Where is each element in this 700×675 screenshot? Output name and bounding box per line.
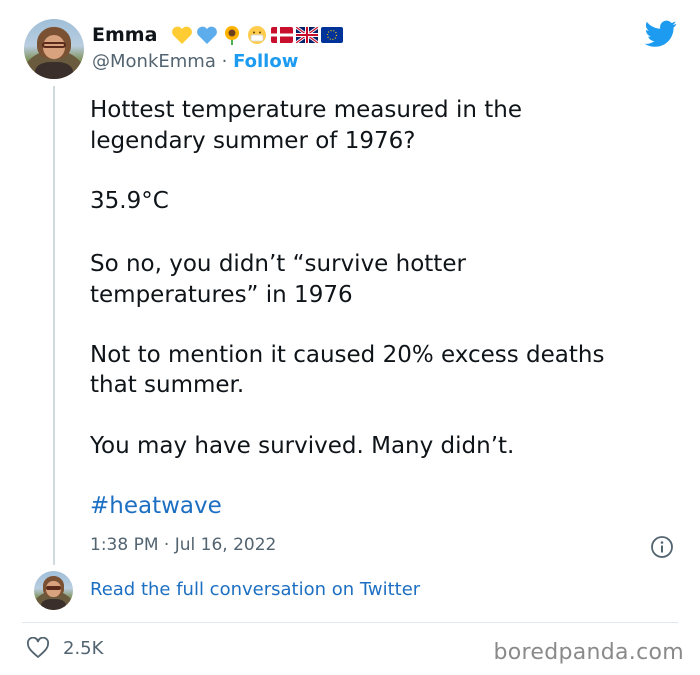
author-name[interactable]: Emma [92,24,157,46]
tweet-line-1: Hottest temperature measured in the [90,97,522,123]
footer-divider [22,622,678,623]
eu-flag-icon [321,27,344,43]
denmark-flag-icon [271,27,294,43]
tweet-line-7: that summer. [90,372,245,398]
info-icon[interactable] [650,535,674,559]
tweet-line-5: temperatures” in 1976 [90,282,353,308]
tweet-line-6: Not to mention it caused 20% excess deat… [90,342,605,368]
tweet-line-4: So no, you didn’t “survive hotter [90,251,466,277]
tweet-timestamp[interactable]: 1:38 PM · Jul 16, 2022 [90,535,276,555]
tweet-date: Jul 16, 2022 [174,535,277,555]
like-count[interactable]: 2.5K [63,638,103,659]
author-avatar[interactable] [24,19,84,79]
tweet-line-2: legendary summer of 1976? [90,128,416,154]
heart-icon[interactable] [26,637,50,659]
time-separator: · [163,535,170,555]
thread-line [53,86,55,565]
author-handle[interactable]: @MonkEmma [92,51,216,72]
tweet-line-3: 35.9°C [90,188,169,214]
tweet-time: 1:38 PM [90,535,159,555]
yellow-heart-icon [172,26,193,44]
hashtag-link[interactable]: #heatwave [90,493,222,519]
blue-heart-icon [197,26,218,44]
sunflower-icon [225,26,240,45]
read-conversation-link[interactable]: Read the full conversation on Twitter [90,579,420,600]
boredpanda-watermark: boredpanda.com [493,640,684,665]
handle-separator: · [221,51,228,72]
twitter-bird-icon[interactable] [645,20,677,48]
follow-button[interactable]: Follow [233,51,298,72]
conversation-avatar[interactable] [34,571,73,610]
author-handle-row: @MonkEmma · Follow [92,50,298,74]
author-name-row: Emma [92,22,344,48]
tweet-line-8: You may have survived. Many didn’t. [90,433,515,459]
uk-flag-icon [296,27,319,43]
face-with-mask-icon [248,26,267,44]
